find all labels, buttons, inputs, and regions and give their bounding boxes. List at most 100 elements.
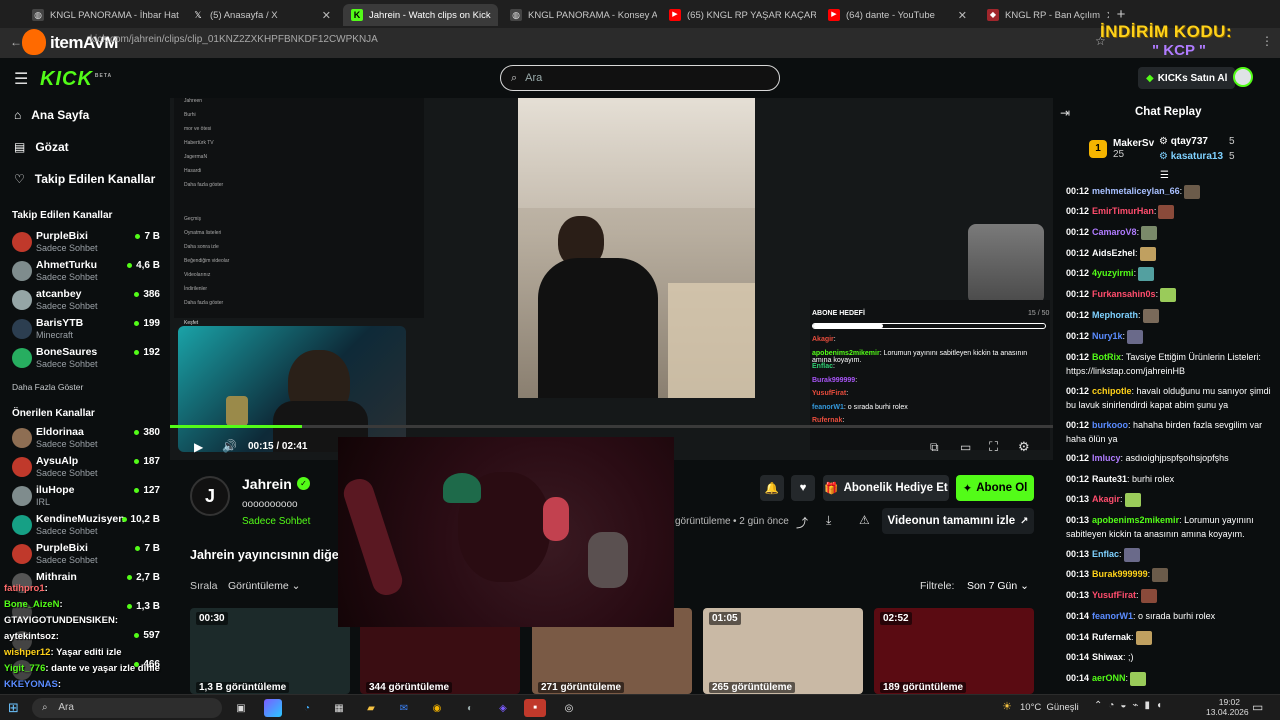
url-field[interactable]: kick.com/jahrein/clips/clip_01KNZ2ZXKHPF… (90, 34, 378, 45)
chat-username[interactable]: Imlucy (1092, 453, 1121, 463)
sidebar-channel[interactable]: Eldorinaa Sadece Sohbet 380 (12, 424, 162, 452)
kick-logo[interactable]: KICK BETA (40, 68, 112, 91)
channel-name[interactable]: Jahrein (242, 476, 292, 492)
clip-thumbnail[interactable]: 01:05 265 görüntüleme (703, 608, 863, 694)
search-input[interactable]: ⌕ Ara (500, 65, 780, 91)
download-icon[interactable]: ⤓ (826, 513, 831, 528)
folder-icon[interactable]: ▰ (362, 699, 380, 717)
back-icon[interactable]: ← (10, 35, 22, 49)
system-tray[interactable]: ⌃◔◒⌁▮◖ (1094, 700, 1168, 711)
taskbar-search-input[interactable]: ⌕ Ara (32, 698, 222, 718)
chat-username[interactable]: CamaroV8 (1092, 227, 1137, 237)
task-view-icon[interactable]: ▣ (232, 699, 250, 717)
play-icon[interactable]: ▶ (194, 440, 203, 454)
subscribe-button[interactable]: ✦ Abone Ol (956, 475, 1034, 501)
hamburger-menu-icon[interactable]: ☰ (14, 69, 28, 89)
nav-browse[interactable]: ▤ Gözat (14, 140, 69, 154)
browser-tab[interactable]: ◍ KNGL PANORAMA - İhbar Hattı ✕ (24, 4, 179, 26)
app-icon[interactable]: ◐ (461, 699, 479, 717)
chat-username[interactable]: Enflac (1092, 549, 1119, 559)
obs-icon[interactable]: ◎ (560, 699, 578, 717)
sidebar-channel[interactable]: iluHope IRL 127 (12, 482, 162, 510)
show-more-link[interactable]: Daha Fazla Göster (12, 382, 83, 392)
sidebar-channel[interactable]: KendineMuzisyen Sadece Sohbet 10,2 B (12, 511, 162, 539)
chat-username[interactable]: Raute31 (1092, 474, 1127, 484)
chat-username[interactable]: Shiwax (1092, 652, 1123, 662)
close-icon[interactable]: ✕ (952, 9, 967, 22)
report-icon[interactable]: ⚠ (859, 513, 870, 527)
chat-username[interactable]: Burak999999 (1092, 569, 1148, 579)
sort-dropdown[interactable]: Görüntüleme ⌄ (228, 580, 300, 592)
sidebar-channel[interactable]: BarisYTB Minecraft 199 (12, 315, 162, 343)
progress-bar[interactable] (170, 425, 1053, 428)
fullscreen-icon[interactable]: ⛶ (989, 439, 998, 455)
top-gifter-1[interactable]: MakerSv 25 (1113, 138, 1154, 160)
sidebar-channel[interactable]: AhmetTurku Sadece Sohbet 4,6 B (12, 257, 162, 285)
chat-username[interactable]: mehmetaliceylan_66 (1092, 186, 1180, 196)
browser-tab[interactable]: ◆ KNGL RP - Ban Açılım ✕ (979, 4, 1109, 26)
chat-username[interactable]: EmirTimurHan (1092, 206, 1154, 216)
sidebar-channel[interactable]: BoneSaures Sadece Sohbet 192 (12, 344, 162, 372)
menu-dots-icon[interactable]: ⋮ (1261, 34, 1273, 48)
chat-username[interactable]: Mephorath (1092, 310, 1138, 320)
sidebar-channel[interactable]: PurpleBixi Sadece Sohbet 7 B (12, 540, 162, 568)
sidebar-channel[interactable]: atcanbey Sadece Sohbet 386 (12, 286, 162, 314)
chat-username[interactable]: feanorW1 (1092, 611, 1133, 621)
close-icon[interactable]: ✕ (491, 9, 498, 22)
chat-username[interactable]: Nury1k (1092, 331, 1123, 341)
close-icon[interactable]: ✕ (316, 9, 331, 22)
filter-dropdown[interactable]: Son 7 Gün ⌄ (967, 580, 1029, 592)
top-gifter-2[interactable]: ⚙ qtay737 (1159, 136, 1208, 147)
chat-username[interactable]: Akagir (1092, 494, 1120, 504)
chat-username[interactable]: 4yuzyirmi (1092, 268, 1134, 278)
volume-icon[interactable]: 🔊 (222, 439, 237, 453)
close-icon[interactable]: ✕ (1100, 9, 1109, 22)
browser-tab-active[interactable]: K Jahrein - Watch clips on Kick ✕ (343, 4, 498, 26)
clip-thumbnail[interactable]: 02:52 189 görüntüleme (874, 608, 1034, 694)
follow-heart-button[interactable]: ♥ (791, 475, 815, 501)
gift-sub-button[interactable]: 🎁 Abonelik Hediye Et (823, 475, 949, 501)
clip-thumbnail[interactable]: 00:30 1,3 B görüntüleme (190, 608, 350, 694)
clock[interactable]: 19:02 13.04.2026 (1206, 697, 1249, 717)
edge-icon[interactable]: ◔ (298, 699, 316, 717)
discord-icon[interactable]: ◈ (494, 699, 512, 717)
watch-full-video-button[interactable]: Videonun tamamını izle ↗ (882, 508, 1034, 534)
nav-home[interactable]: ⌂ Ana Sayfa (14, 108, 89, 122)
sidebar-channel[interactable]: AysuAlp Sadece Sohbet 187 (12, 453, 162, 481)
share-icon[interactable]: ⤴ (796, 514, 808, 531)
chat-username[interactable]: Rufernak (1092, 632, 1131, 642)
browser-tab[interactable]: 𝕏 (5) Anasayfa / X ✕ (184, 4, 339, 26)
chat-username[interactable]: BotRix (1092, 352, 1121, 362)
chat-username[interactable]: cchipotle (1092, 386, 1132, 396)
chat-username[interactable]: Furkansahin0s (1092, 289, 1156, 299)
windows-start-icon[interactable]: ⊞ (8, 700, 19, 716)
pip-icon[interactable]: ⧉ (930, 440, 939, 455)
collapse-chat-icon[interactable]: ⇥ (1060, 106, 1070, 120)
chat-username[interactable]: apobenims2mikemir (1092, 515, 1179, 525)
browser-tab[interactable]: ▶ (64) dante - YouTube ✕ (820, 4, 975, 26)
nav-following[interactable]: ♡ Takip Edilen Kanallar (14, 172, 155, 186)
app-icon[interactable]: ■ (524, 699, 546, 717)
mail-icon[interactable]: ✉ (395, 699, 413, 717)
chrome-icon[interactable]: ◉ (428, 699, 446, 717)
channel-avatar[interactable]: J (190, 476, 230, 516)
chat-username[interactable]: burkooo (1092, 420, 1128, 430)
copilot-icon[interactable] (264, 699, 282, 717)
notification-bell-button[interactable]: 🔔 (760, 475, 784, 501)
theater-mode-icon[interactable]: ▭ (960, 440, 971, 454)
pinned-chevron-icon[interactable]: ☰ (1160, 170, 1169, 181)
browser-tab[interactable]: ◍ KNGL PANORAMA - Konsey Ad ✕ (502, 4, 657, 26)
chat-username[interactable]: YusufFirat (1092, 590, 1136, 600)
sidebar-channel[interactable]: PurpleBixi Sadece Sohbet 7 B (12, 228, 162, 256)
chat-username[interactable]: aerONN (1092, 673, 1126, 683)
chat-username[interactable]: AidsEzhel (1092, 248, 1135, 258)
browser-tab[interactable]: ▶ (65) KNGL RP YAŞAR KAÇAR - Y ✕ (661, 4, 816, 26)
settings-gear-icon[interactable]: ⚙ (1018, 439, 1030, 455)
store-icon[interactable]: ▦ (330, 699, 348, 717)
weather-widget[interactable]: 10°C Güneşli (1020, 702, 1079, 713)
buy-kicks-button[interactable]: ◆ KICKs Satın Al (1138, 67, 1236, 89)
channel-category[interactable]: Sadece Sohbet (242, 516, 310, 527)
notification-icon[interactable]: ▭ (1252, 700, 1263, 714)
top-gifter-3[interactable]: ⚙ kasatura13 (1159, 151, 1223, 162)
user-avatar[interactable] (1233, 67, 1253, 87)
